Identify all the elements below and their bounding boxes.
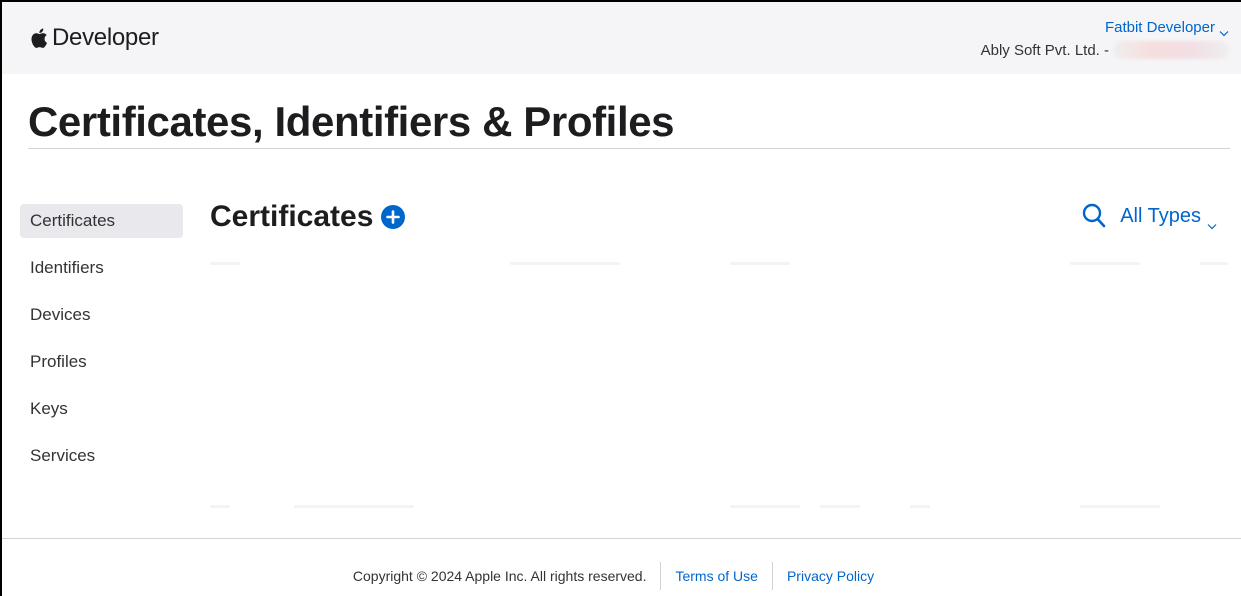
sidebar-item-identifiers[interactable]: Identifiers bbox=[20, 251, 183, 285]
account-menu: Fatbit Developer Ably Soft Pvt. Ltd. - bbox=[981, 19, 1229, 59]
team-info: Ably Soft Pvt. Ltd. - bbox=[981, 41, 1229, 59]
sidebar: Certificates Identifiers Devices Profile… bbox=[20, 204, 183, 486]
global-nav: Developer Fatbit Developer Ably Soft Pvt… bbox=[2, 2, 1241, 74]
loading-placeholder-row bbox=[210, 262, 1230, 266]
developer-home-link[interactable]: Developer bbox=[30, 24, 159, 52]
filter-bar: All Types bbox=[1082, 203, 1217, 229]
title-divider bbox=[28, 148, 1230, 149]
footer: Copyright © 2024 Apple Inc. All rights r… bbox=[0, 562, 1241, 590]
type-filter-dropdown[interactable]: All Types bbox=[1120, 204, 1217, 229]
footer-divider bbox=[2, 538, 1241, 539]
team-name: Ably Soft Pvt. Ltd. - bbox=[980, 41, 1109, 59]
brand-text: Developer bbox=[52, 24, 159, 51]
sidebar-item-services[interactable]: Services bbox=[20, 439, 183, 473]
terms-of-use-link[interactable]: Terms of Use bbox=[660, 562, 771, 590]
loading-placeholder-row bbox=[210, 505, 1230, 509]
chevron-down-icon bbox=[1207, 213, 1217, 229]
type-filter-label: All Types bbox=[1120, 204, 1201, 227]
sidebar-item-certificates[interactable]: Certificates bbox=[20, 204, 183, 238]
section-title: Certificates bbox=[210, 200, 374, 233]
privacy-policy-link[interactable]: Privacy Policy bbox=[771, 562, 888, 590]
section-header: Certificates bbox=[210, 200, 406, 234]
add-circle-icon[interactable] bbox=[381, 205, 406, 229]
page-title: Certificates, Identifiers & Profiles bbox=[28, 98, 675, 145]
copyright-text: Copyright © 2024 Apple Inc. All rights r… bbox=[352, 568, 647, 584]
sidebar-item-keys[interactable]: Keys bbox=[20, 392, 183, 426]
team-id-redacted bbox=[1113, 41, 1229, 59]
sidebar-item-profiles[interactable]: Profiles bbox=[20, 345, 183, 379]
account-dropdown[interactable]: Fatbit Developer bbox=[1104, 19, 1229, 37]
account-name: Fatbit Developer bbox=[1104, 19, 1215, 36]
sidebar-item-devices[interactable]: Devices bbox=[20, 298, 183, 332]
search-icon[interactable] bbox=[1082, 203, 1106, 229]
apple-logo-icon bbox=[30, 27, 50, 49]
chevron-down-icon bbox=[1219, 24, 1229, 37]
